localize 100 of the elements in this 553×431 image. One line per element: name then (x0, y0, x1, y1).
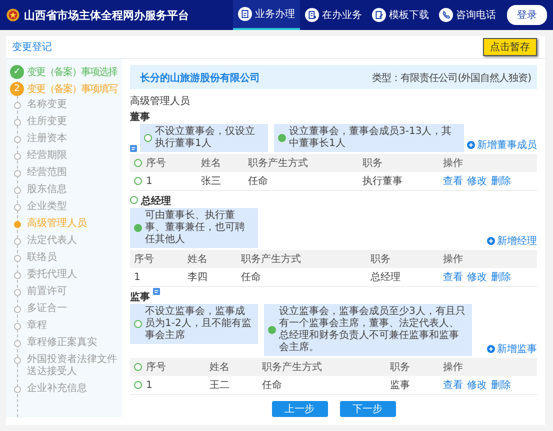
radio-button[interactable] (278, 134, 286, 142)
option-text: 不设立监事会，监事成员为1-2人，且不能有监事会主席 (145, 306, 252, 342)
action-link[interactable]: 删除 (491, 174, 515, 188)
substep-item[interactable]: 股东信息 (27, 184, 67, 196)
column-header: 职务 (386, 358, 439, 376)
plus-icon (487, 345, 495, 353)
radio-button[interactable] (134, 320, 142, 328)
substep-item[interactable]: 企业补充信息 (27, 383, 87, 395)
column-header: 职务产生方式 (236, 250, 367, 268)
action-link[interactable]: 查看 (443, 378, 467, 392)
add-link[interactable]: 新增董事成员 (467, 138, 537, 152)
substep-item[interactable]: 委托代理人 (27, 269, 77, 281)
column-header: 操作 (439, 250, 537, 268)
action-link[interactable]: 删除 (491, 378, 515, 392)
substep-item[interactable]: 名称变更 (27, 99, 67, 111)
column-header: 职务 (366, 250, 439, 268)
login-button[interactable]: 登录 (507, 5, 547, 25)
option-text: 可由董事长、执行董事、董事兼任，也可聘任其他人 (145, 210, 246, 246)
radio-button[interactable] (134, 363, 142, 372)
breadcrumb[interactable]: 变更登记 (12, 40, 52, 54)
column-header: 职务产生方式 (244, 154, 358, 172)
substep-item[interactable]: 经营范围 (27, 167, 67, 179)
table-cell: 执行董事 (358, 172, 439, 190)
option-card[interactable]: 不设立董事会，仅设立执行董事1人 (140, 124, 268, 152)
substep-item[interactable]: 注册资本 (27, 133, 67, 145)
radio-button[interactable] (134, 159, 142, 168)
table-cell: 任命 (244, 172, 358, 190)
tag-icon (153, 288, 160, 295)
substep-item[interactable]: 法定代表人 (27, 235, 77, 247)
nav-tab[interactable]: 业务办理 (233, 0, 300, 30)
option-text: 设立监事会，监事会成员至少3人，有且只有一个监事会主席，董事、法定代表人、总经理和财务负责人不可兼任监事和监事会主席。 (279, 306, 466, 354)
option-card[interactable]: 设立监事会，监事会成员至少3人，有且只有一个监事会主席，董事、法定代表人、总经理和财务负责人不可兼任监事和监事会主席。 (264, 304, 472, 356)
document-icon (305, 8, 319, 22)
company-type: 类型：有限责任公司(外国自然人独资) (372, 72, 531, 85)
table-cell: 李四 (183, 268, 237, 286)
step-button[interactable]: 上一步 (272, 401, 328, 417)
plus-icon (487, 237, 495, 245)
table-cell: 张三 (197, 172, 244, 190)
add-link[interactable]: 新增监事 (487, 342, 537, 356)
table-cell: 总经理 (366, 268, 439, 286)
column-header: 姓名 (205, 358, 258, 376)
step-button[interactable]: 下一步 (340, 401, 396, 417)
option-card[interactable]: 设立董事会，董事会成员3-13人，其中董事长1人 (274, 124, 464, 152)
table-cell: 1 (130, 268, 184, 286)
clipboard-icon (238, 7, 252, 21)
action-link[interactable]: 修改 (467, 174, 491, 188)
table-cell: 1 (130, 376, 206, 394)
table-cell: 1 (130, 172, 198, 190)
radio-button[interactable] (130, 196, 138, 204)
group-title: 总经理 (141, 194, 171, 208)
substep-item[interactable]: 外国投资者法律文件送达接受人 (27, 354, 122, 378)
document-icon (372, 8, 386, 22)
substep-item[interactable]: 章程修正案真实 (27, 337, 97, 349)
substep-item[interactable]: 住所变更 (27, 116, 67, 128)
action-link[interactable]: 删除 (491, 270, 515, 284)
column-header: 操作 (439, 154, 537, 172)
phone-icon (439, 8, 453, 22)
action-link[interactable]: 修改 (467, 378, 491, 392)
group-title: 董事 (130, 110, 150, 124)
table-cell: 王二 (205, 376, 258, 394)
option-card[interactable]: 不设立监事会，监事成员为1-2人，且不能有监事会主席 (130, 304, 258, 344)
nav-tab[interactable]: 咨询电话 (434, 0, 501, 30)
substep-item[interactable]: 企业类型 (27, 201, 67, 213)
step-title[interactable]: 变更（备案）事项选择 (27, 64, 117, 78)
company-name: 长分的山旅游股份有限公司 (140, 72, 260, 85)
option-text: 设立董事会，董事会成员3-13人，其中董事长1人 (289, 126, 453, 150)
table-cell: 监事 (386, 376, 439, 394)
table-cell: 任命 (258, 376, 386, 394)
plus-icon (467, 141, 475, 149)
section-title: 高级管理人员 (130, 94, 191, 108)
column-header: 职务产生方式 (258, 358, 386, 376)
action-link[interactable]: 查看 (443, 174, 467, 188)
substep-item[interactable]: 章程 (27, 320, 47, 332)
radio-button[interactable] (144, 134, 152, 142)
group-title: 监事 (130, 290, 150, 304)
substep-item[interactable]: 经营期限 (27, 150, 67, 162)
column-header: 序号 (130, 250, 184, 268)
step-number: 2 (10, 82, 24, 96)
nav-tab[interactable]: 模板下载 (367, 0, 434, 30)
option-card[interactable]: 可由董事长、执行董事、董事兼任，也可聘任其他人 (130, 208, 258, 248)
nav-tab[interactable]: 在办业务 (300, 0, 367, 30)
radio-button[interactable] (134, 176, 142, 185)
radio-button[interactable] (134, 380, 142, 389)
table-cell: 任命 (236, 268, 367, 286)
emblem-icon (6, 8, 20, 22)
check-icon: ✓ (10, 64, 24, 78)
column-header: 序号 (130, 358, 206, 376)
substep-item[interactable]: 联络员 (27, 252, 57, 264)
action-link[interactable]: 查看 (443, 270, 467, 284)
action-link[interactable]: 修改 (467, 270, 491, 284)
column-header: 操作 (439, 358, 537, 376)
radio-button[interactable] (268, 326, 276, 334)
add-link[interactable]: 新增经理 (487, 234, 537, 248)
save-draft-button[interactable]: 点击暂存 (483, 38, 537, 56)
substep-item[interactable]: 前置许可 (27, 286, 67, 298)
substep-item[interactable]: 多证合一 (27, 303, 67, 315)
tag-icon (130, 145, 137, 152)
radio-button[interactable] (134, 224, 142, 232)
site-title: 山西省市场主体全程网办服务平台 (24, 8, 189, 22)
option-text: 不设立董事会，仅设立执行董事1人 (155, 126, 256, 150)
